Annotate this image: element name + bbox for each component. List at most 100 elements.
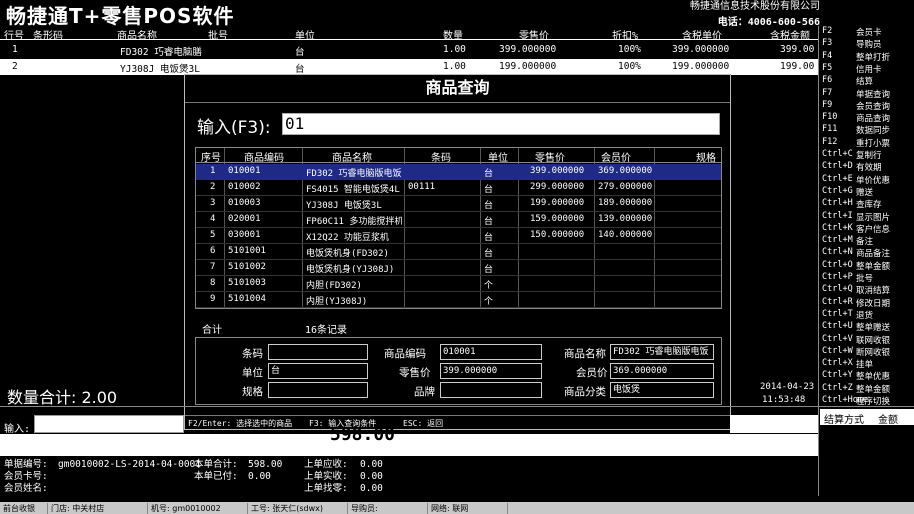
price-field[interactable]: 399.000000 bbox=[440, 363, 542, 379]
result-row[interactable]: 9 5101004 内胆(YJ308J) 个 bbox=[196, 292, 721, 308]
row-no: 1 bbox=[12, 44, 18, 55]
cell-price: 199.000000 bbox=[530, 198, 585, 208]
unit-field[interactable]: 台 bbox=[268, 363, 368, 379]
fn-key-item[interactable]: Ctrl+H 查库存 bbox=[820, 198, 914, 210]
fn-key-item[interactable]: F5 信用卡 bbox=[820, 63, 914, 75]
prev-paid-label: 上单实收: bbox=[304, 471, 348, 482]
doc-no: gm0010002-LS-2014-04-0001 bbox=[58, 459, 201, 470]
result-row[interactable]: 4 020001 FP60C11 多功能搅拌机 台 159.000000 139.0000… bbox=[196, 212, 721, 228]
row-tax-price: 399.000000 bbox=[672, 44, 730, 55]
cell-name: 内胆(FD302) bbox=[306, 281, 362, 291]
fn-key: Ctrl+P bbox=[822, 272, 853, 282]
fn-key-item[interactable]: Ctrl+T 退货 bbox=[820, 309, 914, 321]
product-query-dialog[interactable]: 商品查询 输入(F3): 01 序号 商品编码 商品名称 条码 单位 零售价 会… bbox=[184, 74, 731, 430]
sale-row-selected[interactable]: 2 YJ308J 电饭煲3L 台 1.00 199.000000 100% 19… bbox=[0, 59, 818, 75]
fn-key: Ctrl+G bbox=[822, 185, 853, 196]
fn-key-item[interactable]: Ctrl+G 赠送 bbox=[820, 186, 914, 198]
col-header: 含税金额 bbox=[770, 31, 810, 42]
sale-grid[interactable]: 行号 条形码 商品名称 批号 单位 数量 零售价 折扣% 含税单价 含税金额 1… bbox=[0, 27, 818, 76]
fn-label: 批号 bbox=[856, 274, 874, 284]
cell-code: 010003 bbox=[228, 198, 261, 208]
col-header: 条码 bbox=[431, 153, 451, 164]
row-price: 399.000000 bbox=[499, 44, 557, 55]
fn-key: Ctrl+X bbox=[822, 358, 853, 369]
category-field[interactable]: 电饭煲 bbox=[610, 382, 714, 398]
cell-no: 1 bbox=[210, 166, 216, 176]
fn-key-item[interactable]: Ctrl+W 断网收银 bbox=[820, 346, 914, 358]
fn-key-item[interactable]: Ctrl+K 客户信息 bbox=[820, 223, 914, 235]
fn-label: 取消结算 bbox=[856, 286, 891, 297]
member-price-field[interactable]: 369.000000 bbox=[610, 363, 714, 379]
current-time: 11:53:48 bbox=[762, 395, 806, 405]
status-mode: 前台收银 bbox=[0, 503, 48, 514]
code-label: 商品编码 bbox=[384, 348, 426, 360]
fn-key-item[interactable]: Ctrl+V 联网收银 bbox=[820, 334, 914, 346]
fn-key-item[interactable]: Ctrl+U 整单赠送 bbox=[820, 321, 914, 333]
result-row[interactable]: 6 5101001 电饭煲机身(FD302) 台 bbox=[196, 244, 721, 260]
fn-key-item[interactable]: F10 商品查询 bbox=[820, 112, 914, 124]
fn-label: 数据同步 bbox=[856, 126, 891, 137]
result-row[interactable]: 7 5101002 电饭煲机身(YJ308J) 台 bbox=[196, 260, 721, 276]
code-field[interactable]: 010001 bbox=[440, 344, 542, 360]
amount-band bbox=[0, 434, 818, 456]
fn-key-item[interactable]: Ctrl+E 单价优惠 bbox=[820, 174, 914, 186]
result-row[interactable]: 8 5101003 内胆(FD302) 个 bbox=[196, 276, 721, 292]
col-header: 单位 bbox=[488, 153, 508, 164]
cell-member: 139.000000 bbox=[598, 214, 653, 224]
fn-key-item[interactable]: F7 单据查询 bbox=[820, 88, 914, 100]
fn-key-item[interactable]: Ctrl+P 批号 bbox=[820, 272, 914, 284]
fn-key-item[interactable]: Ctrl+D 有效期 bbox=[820, 161, 914, 173]
status-guide: 导购员: bbox=[348, 503, 428, 514]
fn-label: 显示图片 bbox=[856, 212, 891, 223]
sale-row[interactable]: 1 FD302 巧睿电脑膳 台 1.00 399.000000 100% 399… bbox=[0, 42, 818, 58]
prev-paid: 0.00 bbox=[360, 471, 383, 482]
doc-no-label: 单据编号: bbox=[4, 459, 48, 470]
brand-field[interactable] bbox=[440, 382, 542, 398]
fn-label: 单据查询 bbox=[856, 89, 891, 100]
spec-field[interactable] bbox=[268, 382, 368, 398]
barcode-field[interactable] bbox=[268, 344, 368, 360]
fn-key: F12 bbox=[822, 136, 838, 147]
fn-key-item[interactable]: Ctrl+I 显示图片 bbox=[820, 211, 914, 223]
fn-key-item[interactable]: Ctrl+Y 整单优惠 bbox=[820, 370, 914, 382]
cell-name: 电饭煲机身(YJ308J) bbox=[306, 265, 395, 275]
fn-key: F2 bbox=[822, 26, 833, 36]
fn-key-item[interactable]: Ctrl+Q 取消结算 bbox=[820, 284, 914, 296]
col-header: 序号 bbox=[201, 153, 221, 164]
result-table[interactable]: 序号 商品编码 商品名称 条码 单位 零售价 会员价 规格 1 010001 FD3… bbox=[195, 147, 722, 309]
fn-key-item[interactable]: Ctrl+C 复制行 bbox=[820, 149, 914, 161]
fn-key-item[interactable]: Ctrl+Z 整单金额 bbox=[820, 383, 914, 395]
row-no: 2 bbox=[12, 61, 18, 72]
fn-key-item[interactable]: F2 会员卡 bbox=[820, 26, 914, 38]
status-network: 网络: 联网 bbox=[428, 503, 508, 514]
row-unit: 台 bbox=[295, 64, 305, 75]
result-row[interactable]: 2 010002 FS4015 智能电饭煲4L 00111 台 299.000000 279… bbox=[196, 180, 721, 196]
fn-key-item[interactable]: Ctrl+N 商品备注 bbox=[820, 247, 914, 259]
fn-key-item[interactable]: F11 数据同步 bbox=[820, 124, 914, 136]
app-title: 畅捷通T+零售POS软件 bbox=[6, 4, 235, 28]
cell-name: 内胆(YJ308J) bbox=[306, 297, 368, 307]
prev-change: 0.00 bbox=[360, 483, 383, 494]
name-field[interactable]: FD302 巧睿电脑版电饭 bbox=[610, 344, 714, 360]
result-row[interactable]: 3 010003 YJ308J 电饭煲3L 台 199.000000 189.000000 bbox=[196, 196, 721, 212]
fn-key-item[interactable]: Ctrl+R 修改日期 bbox=[820, 297, 914, 309]
result-row[interactable]: 1 010001 FD302 巧睿电脑版电饭 台 399.000000 369.00000… bbox=[196, 164, 721, 180]
main-input[interactable] bbox=[34, 415, 184, 433]
fn-key-item[interactable]: Ctrl+M 备注 bbox=[820, 235, 914, 247]
fn-key-item[interactable]: F9 会员查询 bbox=[820, 100, 914, 112]
fn-key-item[interactable]: F6 结算 bbox=[820, 75, 914, 87]
result-table-header: 序号 商品编码 商品名称 条码 单位 零售价 会员价 规格 bbox=[196, 148, 721, 164]
fn-key-item[interactable]: Ctrl+O 整单金额 bbox=[820, 260, 914, 272]
main-input-right[interactable] bbox=[730, 415, 818, 433]
cell-price: 399.000000 bbox=[530, 166, 585, 176]
cell-name: 电饭煲机身(FD302) bbox=[306, 249, 389, 259]
query-input[interactable]: 01 bbox=[282, 113, 720, 135]
fn-key-item[interactable]: F12 重打小票 bbox=[820, 137, 914, 149]
result-row[interactable]: 5 030001 X12Q22 功能豆浆机 台 150.000000 140.000000 bbox=[196, 228, 721, 244]
cell-no: 9 bbox=[210, 294, 216, 304]
col-header: 商品编码 bbox=[244, 153, 284, 164]
fn-key-item[interactable]: F4 整单打折 bbox=[820, 51, 914, 63]
fn-key-item[interactable]: F3 导购员 bbox=[820, 38, 914, 50]
col-header: 会员价 bbox=[601, 153, 631, 164]
fn-key-item[interactable]: Ctrl+X 挂单 bbox=[820, 358, 914, 370]
